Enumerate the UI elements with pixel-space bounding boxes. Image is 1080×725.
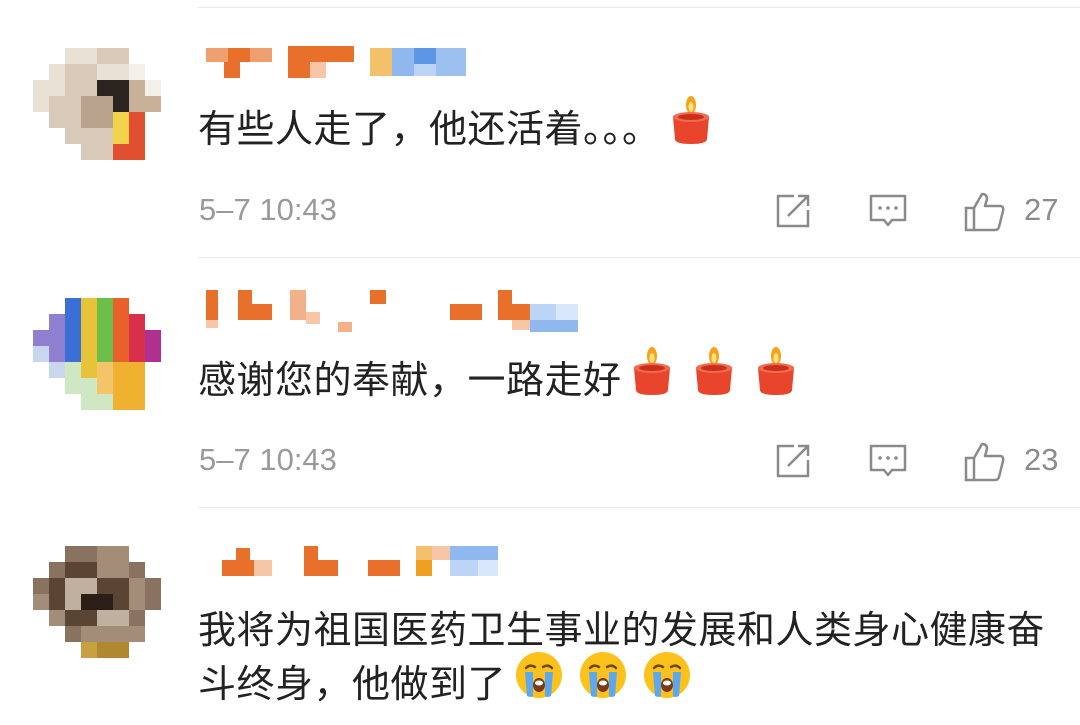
comment-meta: 5–7 10:43 23	[0, 436, 1080, 484]
comment-meta: 5–7 10:43 27	[0, 186, 1080, 234]
comment-text-content: 有些人走了，他还活着。。。	[198, 107, 661, 151]
comment-text: 有些人走了，他还活着。。。	[198, 95, 1066, 159]
candle-emoji	[669, 95, 713, 159]
candle-emoji	[754, 346, 798, 410]
thumbs-up-icon[interactable]	[963, 190, 1005, 232]
comment-icon[interactable]	[867, 440, 909, 482]
avatar[interactable]	[33, 282, 161, 410]
share-icon[interactable]	[772, 440, 814, 482]
avatar[interactable]	[33, 530, 161, 658]
divider	[198, 7, 1080, 8]
like-count: 27	[1024, 192, 1059, 227]
timestamp: 5–7 10:43	[199, 192, 337, 227]
thumbs-up-icon[interactable]	[963, 440, 1005, 482]
share-icon[interactable]	[772, 190, 814, 232]
crying-face-emoji	[578, 650, 628, 714]
comment-text-content: 感谢您的奉献，一路走好	[198, 358, 622, 402]
avatar[interactable]	[33, 32, 161, 160]
comment-icon[interactable]	[867, 190, 909, 232]
candle-emoji	[630, 346, 674, 410]
crying-face-emoji	[514, 650, 564, 714]
divider	[198, 257, 1080, 258]
timestamp: 5–7 10:43	[199, 442, 337, 477]
comment-text: 我将为祖国医药卫生事业的发展和人类身心健康奋斗终身，他做到了	[198, 603, 1066, 714]
candle-emoji	[692, 346, 736, 410]
divider	[198, 507, 1080, 508]
comment-text: 感谢您的奉献，一路走好	[198, 346, 1066, 410]
crying-face-emoji	[642, 650, 692, 714]
like-count: 23	[1024, 442, 1059, 477]
